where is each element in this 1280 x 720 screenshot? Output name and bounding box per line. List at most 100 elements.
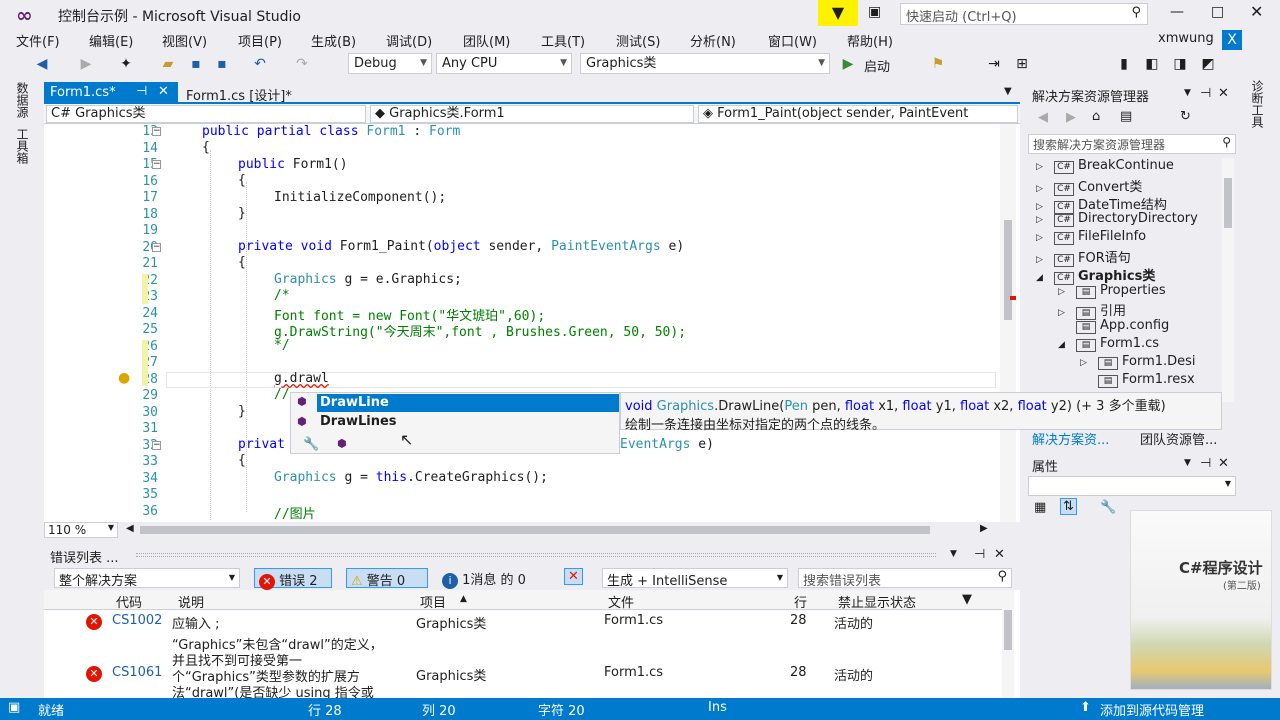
bookmark-next-icon[interactable]: ◨	[1170, 54, 1190, 74]
panel-menu-icon[interactable]: ▼	[1184, 458, 1191, 468]
method-filter-icon[interactable]: ⬢	[337, 437, 347, 450]
error-list-scrollbar[interactable]	[1002, 590, 1014, 698]
scroll-left-icon[interactable]: ◀	[126, 523, 134, 534]
column-header-description[interactable]: 说明	[178, 592, 204, 611]
error-code-link[interactable]: CS1002	[112, 613, 162, 628]
menu-test[interactable]: 测试(S)	[616, 31, 660, 50]
step-icon[interactable]: ⇥	[984, 54, 1004, 74]
config-combo[interactable]: Debug ▼	[348, 53, 432, 74]
expand-icon[interactable]: ▷	[1058, 308, 1072, 318]
feedback-icon[interactable]: ▣	[868, 4, 881, 20]
bookmark-icon[interactable]: ▮	[1114, 54, 1134, 74]
column-header-line[interactable]: 行	[794, 592, 807, 611]
tab-solution-explorer[interactable]: 解决方案资...	[1032, 429, 1109, 448]
expand-icon[interactable]: ◢	[1058, 340, 1072, 350]
menu-window[interactable]: 窗口(W)	[768, 31, 817, 50]
tree-item[interactable]: ▷ ▤ Form1.Desi	[1080, 354, 1196, 370]
menu-build[interactable]: 生成(B)	[311, 31, 356, 50]
scroll-thumb[interactable]	[1004, 610, 1012, 650]
menu-edit[interactable]: 编辑(E)	[89, 31, 133, 50]
properties-object-combo[interactable]: ▼	[1028, 476, 1236, 496]
align-icon[interactable]: ⊞	[1012, 54, 1032, 74]
menu-help[interactable]: 帮助(H)	[847, 31, 893, 50]
home-icon[interactable]: ⌂	[1092, 109, 1100, 124]
open-icon[interactable]: ▰	[158, 54, 178, 74]
table-row[interactable]: ✕ CS1061 “Graphics”未包含“drawl”的定义， 并且找不到可…	[44, 632, 1002, 698]
horizontal-scroll-thumb[interactable]	[140, 526, 930, 534]
wrench-icon[interactable]: 🔧	[303, 437, 319, 452]
menu-file[interactable]: 文件(F)	[16, 31, 60, 50]
menu-analyze[interactable]: 分析(N)	[690, 31, 736, 50]
column-header-file[interactable]: 文件	[608, 592, 634, 611]
completion-item-drawline[interactable]: DrawLine	[317, 394, 619, 412]
expand-icon[interactable]: ▷	[1058, 287, 1072, 297]
project-nav-combo[interactable]: C# Graphics类	[46, 105, 366, 123]
filter-icon[interactable]: ▼	[962, 592, 972, 607]
menu-team[interactable]: 团队(M)	[463, 31, 510, 50]
collapse-toggle-icon[interactable]: −	[152, 440, 161, 450]
close-icon[interactable]: ✕	[158, 84, 169, 99]
menu-tools[interactable]: 工具(T)	[541, 31, 585, 50]
undo-icon[interactable]: ↶	[250, 54, 270, 74]
panel-menu-icon[interactable]: ▼	[950, 549, 957, 559]
error-code-link[interactable]: CS1061	[112, 665, 162, 680]
toolbox-tab[interactable]: 工具箱	[12, 128, 29, 164]
bookmark-prev-icon[interactable]: ◧	[1142, 54, 1162, 74]
save-icon[interactable]: ▪	[186, 54, 206, 74]
column-header-suppression[interactable]: 禁止显示状态	[838, 592, 916, 611]
collapse-toggle-icon[interactable]: −	[152, 160, 161, 169]
add-source-control[interactable]: 添加到源代码管理	[1100, 700, 1204, 719]
tree-item[interactable]: ▤ App.config	[1058, 318, 1169, 335]
pin-icon[interactable]: ⊣	[1200, 456, 1211, 471]
start-button[interactable]: 启动	[864, 56, 890, 75]
scope-combo[interactable]: 整个解决方案 ▼	[54, 568, 240, 589]
expand-icon[interactable]: ▷	[1036, 202, 1050, 212]
expand-icon[interactable]: ▷	[1036, 233, 1050, 243]
alphabetical-icon[interactable]: ⇅	[1060, 498, 1077, 515]
expand-icon[interactable]: ▷	[1036, 215, 1050, 225]
bookmark-clear-icon[interactable]: ◩	[1198, 54, 1218, 74]
minimize-button[interactable]: —	[1170, 4, 1184, 20]
tree-item[interactable]: ◢ ▤ Form1.cs	[1058, 336, 1159, 352]
back-icon[interactable]: ◀	[32, 54, 52, 74]
tree-scrollbar[interactable]	[1222, 158, 1234, 402]
tree-item[interactable]: ▷ C# BreakContinue	[1036, 158, 1174, 174]
scroll-right-icon[interactable]: ▶	[980, 523, 988, 534]
pin-icon[interactable]: ⊣	[136, 84, 147, 99]
member-nav-combo[interactable]: ◈ Form1_Paint(object sender, PaintEvent	[698, 105, 1018, 123]
scroll-thumb[interactable]	[1224, 178, 1232, 228]
tree-item[interactable]: ▷ C# DirectoryDirectory	[1036, 211, 1198, 228]
find-icon[interactable]: ⚑	[928, 54, 948, 74]
lightbulb-icon[interactable]: ●	[118, 370, 130, 386]
categorized-icon[interactable]: ▦	[1034, 500, 1046, 515]
completion-item-drawlines[interactable]: DrawLines	[317, 413, 619, 431]
build-filter-combo[interactable]: 生成 + IntelliSense ▼	[602, 568, 788, 589]
vertical-scrollbar[interactable]	[1000, 124, 1016, 522]
expand-icon[interactable]: ▷	[1080, 358, 1094, 368]
code-editor[interactable]: 13 14 15 16 17 18 19 20 21 22 23 24 25 26 27 28 29 30 31 32…	[44, 124, 1020, 522]
expand-icon[interactable]: ▷	[1036, 162, 1050, 172]
class-nav-combo[interactable]: ◆ Graphics类.Form1	[370, 105, 694, 123]
menu-view[interactable]: 视图(V)	[162, 31, 207, 50]
switch-view-icon[interactable]: ▤	[1120, 109, 1132, 124]
notification-flag-icon[interactable]: ▼	[818, 0, 858, 26]
play-icon[interactable]: ▶	[838, 54, 858, 74]
panel-menu-icon[interactable]: ▼	[1184, 88, 1191, 98]
user-avatar[interactable]: X	[1222, 30, 1242, 50]
forward-icon[interactable]: ▶	[76, 54, 96, 74]
property-pages-icon[interactable]: 🔧	[1100, 500, 1116, 515]
source-control-icon[interactable]: ⬆	[1080, 700, 1091, 715]
collapse-toggle-icon[interactable]: −	[152, 127, 161, 136]
tab-form1-cs[interactable]: Form1.cs* ⊣ ✕	[44, 82, 178, 104]
maximize-button[interactable]: □	[1211, 4, 1224, 20]
column-header-project[interactable]: 项目	[420, 592, 446, 611]
pin-icon[interactable]: ⊣	[1200, 86, 1211, 101]
expand-icon[interactable]: ◢	[1036, 273, 1050, 283]
tree-item[interactable]: ▷ C# FileFileInfo	[1036, 229, 1146, 246]
expand-icon[interactable]: ▷	[1036, 255, 1050, 265]
redo-icon[interactable]: ↷	[292, 54, 312, 74]
tree-item[interactable]: ▷ ▤ Properties	[1058, 283, 1166, 299]
tab-form1-design[interactable]: Form1.cs [设计]*	[180, 82, 320, 104]
collapse-toggle-icon[interactable]: −	[152, 242, 161, 252]
column-header-code[interactable]: 代码	[116, 592, 142, 611]
